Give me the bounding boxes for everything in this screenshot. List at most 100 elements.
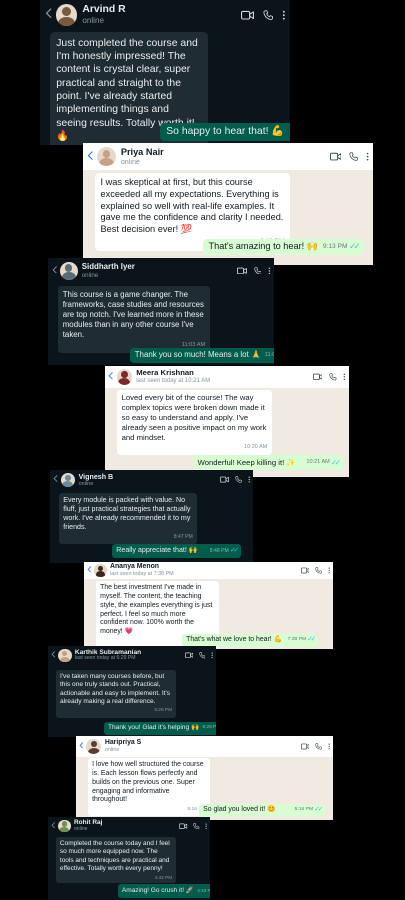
- chat-header: Siddharth Iyer online: [48, 258, 274, 283]
- chat-screenshot: Vignesh Bonline Every module is packed wi…: [50, 470, 253, 563]
- chat-header: Vignesh Bonline: [50, 470, 253, 490]
- more-vertical-icon[interactable]: [328, 743, 330, 750]
- outgoing-message[interactable]: Wonderful! Keep killing it! ✨ 10:21 AM ✓✓: [193, 455, 343, 470]
- chevron-left-icon[interactable]: [51, 821, 56, 831]
- message-text: That's amazing to hear! 🙌: [208, 241, 319, 252]
- avatar[interactable]: [57, 648, 72, 663]
- incoming-message[interactable]: Loved every bit of the course! The way c…: [117, 390, 272, 455]
- video-call-icon[interactable]: [185, 652, 194, 659]
- avatar[interactable]: [57, 819, 71, 833]
- video-call-icon[interactable]: [219, 476, 229, 483]
- message-text: So glad you loved it! 😊: [203, 806, 276, 814]
- contact-info[interactable]: Meera Krishnan last seen today at 10:21 A…: [136, 368, 306, 385]
- phone-icon[interactable]: [349, 152, 358, 161]
- more-vertical-icon[interactable]: [211, 652, 213, 659]
- avatar[interactable]: [55, 4, 78, 26]
- message-text: Amazing! Go crush it! 🚀: [121, 886, 194, 894]
- contact-name: Vignesh B: [78, 472, 114, 481]
- double-check-icon: ✓✓: [348, 241, 361, 252]
- avatar[interactable]: [86, 738, 102, 755]
- more-vertical-icon[interactable]: [328, 567, 330, 574]
- chevron-left-icon[interactable]: [51, 651, 56, 660]
- phone-icon[interactable]: [234, 476, 242, 484]
- contact-name: Meera Krishnan: [136, 368, 194, 378]
- contact-name: Ananya Menon: [110, 563, 160, 571]
- incoming-message[interactable]: I've taken many courses before, but this…: [56, 670, 176, 718]
- chevron-left-icon[interactable]: [79, 741, 84, 752]
- message-time: 10:20 AM: [244, 444, 268, 451]
- message-text: I was skeptical at first, but this cours…: [100, 177, 284, 235]
- contact-info[interactable]: Karthik Subramanian last seen today at 6:…: [75, 649, 180, 662]
- incoming-message[interactable]: This course is a game changer. The frame…: [58, 286, 210, 353]
- phone-icon[interactable]: [263, 10, 273, 20]
- outgoing-message[interactable]: Thank you! Glad it's helping 🙌6:29 PM✓✓: [104, 722, 216, 735]
- more-vertical-icon[interactable]: [268, 267, 271, 275]
- video-call-icon[interactable]: [236, 267, 247, 275]
- double-check-icon: ✓✓: [229, 546, 239, 555]
- outgoing-message[interactable]: So glad you loved it! 😊 5:16 PM ✓✓: [199, 804, 325, 817]
- message-text: I love how well structured the course is…: [92, 761, 204, 804]
- avatar[interactable]: [94, 564, 107, 577]
- phone-icon[interactable]: [253, 266, 262, 275]
- phone-icon[interactable]: [315, 567, 322, 574]
- contact-info[interactable]: Ananya Menon last seen today at 7:38 PM: [110, 563, 295, 577]
- phone-icon[interactable]: [193, 823, 200, 830]
- contact-status: online: [120, 157, 140, 166]
- chevron-left-icon[interactable]: [87, 151, 93, 162]
- chat-screenshot: Ananya Menon last seen today at 7:38 PM Th…: [84, 562, 333, 649]
- phone-icon[interactable]: [199, 652, 206, 659]
- contact-info[interactable]: Priya Nair online: [121, 147, 322, 166]
- contact-info[interactable]: Arvind Ronline: [82, 4, 232, 25]
- contact-status: online: [73, 825, 88, 832]
- avatar[interactable]: [96, 146, 117, 167]
- message-time: 7:38 PM: [287, 637, 307, 643]
- incoming-message[interactable]: Completed the course today and I feel so…: [56, 837, 176, 884]
- contact-info[interactable]: Rohit Raj online: [74, 819, 174, 832]
- chat-screenshot: Siddharth Iyer online This course is a gam…: [48, 258, 274, 365]
- outgoing-message[interactable]: So happy to hear that! 💪10:25 PM✓✓: [160, 123, 290, 141]
- chevron-left-icon[interactable]: [52, 265, 58, 276]
- message-text: This course is a game changer. The frame…: [62, 289, 204, 339]
- phone-icon[interactable]: [329, 373, 337, 381]
- chat-screenshot: Haripriya Sonline I love how well structu…: [76, 736, 333, 820]
- message-time: 8:48 PM: [209, 547, 229, 554]
- video-call-icon[interactable]: [241, 10, 255, 20]
- chevron-left-icon[interactable]: [45, 8, 52, 22]
- contact-info[interactable]: Vignesh Bonline: [79, 473, 214, 488]
- message-text: Wonderful! Keep killing it! ✨: [197, 457, 296, 467]
- video-call-icon[interactable]: [300, 567, 310, 574]
- chat-screenshot: Rohit Raj online Completed the course toda…: [48, 817, 210, 900]
- chevron-left-icon[interactable]: [53, 475, 58, 484]
- message-text: Loved every bit of the course! The way c…: [121, 393, 267, 442]
- phone-icon[interactable]: [315, 743, 322, 750]
- more-vertical-icon[interactable]: [248, 476, 250, 484]
- contact-info[interactable]: Haripriya Sonline: [105, 739, 295, 753]
- video-call-icon[interactable]: [312, 373, 323, 381]
- message-text: Thank you! Glad it's helping 🙌: [107, 724, 200, 732]
- message-time: 8:47 PM: [173, 534, 193, 541]
- outgoing-message[interactable]: That's amazing to hear! 🙌 9:13 PM ✓✓: [203, 239, 364, 255]
- video-call-icon[interactable]: [179, 823, 188, 830]
- video-call-icon[interactable]: [300, 743, 310, 750]
- outgoing-message[interactable]: Thank you so much! Means a lot 🙏11:04 AM…: [130, 348, 274, 363]
- more-vertical-icon[interactable]: [366, 152, 369, 161]
- message-time: 11:04 AM: [264, 351, 274, 358]
- avatar[interactable]: [60, 472, 76, 488]
- more-vertical-icon[interactable]: [205, 823, 207, 830]
- incoming-message[interactable]: Every module is packed with value. No fl…: [59, 493, 197, 544]
- avatar[interactable]: [59, 261, 78, 280]
- incoming-message[interactable]: I love how well structured the course is…: [88, 758, 210, 817]
- more-vertical-icon[interactable]: [343, 373, 346, 381]
- avatar[interactable]: [116, 369, 133, 385]
- contact-info[interactable]: Siddharth Iyer online: [82, 262, 230, 278]
- chevron-left-icon[interactable]: [87, 565, 92, 576]
- chat-screenshot: Karthik Subramanian last seen today at 6:…: [48, 646, 216, 737]
- more-vertical-icon[interactable]: [282, 10, 286, 20]
- chevron-left-icon[interactable]: [108, 372, 114, 381]
- outgoing-message[interactable]: Really appreciate that! 🙌 8:48 PM ✓✓: [112, 544, 241, 558]
- message-text: Every module is packed with value. No fl…: [63, 496, 191, 532]
- outgoing-message[interactable]: Amazing! Go crush it! 🚀4:43 PM✓✓: [118, 884, 210, 898]
- chat-screenshot: Meera Krishnan last seen today at 10:21 A…: [105, 366, 349, 477]
- video-call-icon[interactable]: [329, 152, 342, 161]
- chat-screenshot: Arvind Ronline Just completed the course …: [40, 0, 290, 145]
